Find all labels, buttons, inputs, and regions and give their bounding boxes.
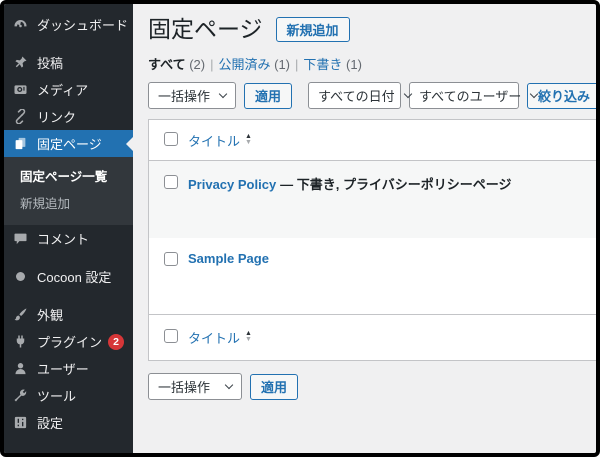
table-row: Sample Page bbox=[149, 238, 596, 314]
sort-indicator-icon: ▲ ▼ bbox=[245, 330, 252, 343]
sidebar-item-label: ツール bbox=[37, 389, 77, 404]
sidebar-item-label: 設定 bbox=[37, 416, 64, 431]
filter-label: 下書き bbox=[303, 57, 343, 72]
filter-label: すべて bbox=[148, 57, 186, 72]
plugins-update-badge: 2 bbox=[108, 333, 125, 350]
table-row: Privacy Policy — 下書き, プライバシーポリシーページ bbox=[149, 161, 596, 238]
comment-icon bbox=[12, 231, 29, 247]
filter-button[interactable]: 絞り込み bbox=[527, 82, 596, 109]
table-header-row: タイトル ▲ ▼ bbox=[149, 120, 596, 161]
filter-all-link[interactable]: すべて (2) bbox=[148, 57, 205, 72]
column-title-label: タイトル bbox=[188, 134, 241, 149]
sidebar-item-label: 投稿 bbox=[37, 56, 64, 71]
filter-count: (1) bbox=[274, 57, 291, 72]
row-checkbox[interactable] bbox=[164, 252, 178, 266]
column-title-sort-link[interactable]: タイトル ▲ ▼ bbox=[188, 131, 252, 150]
filter-separator: | bbox=[210, 57, 214, 72]
pages-icon bbox=[12, 136, 29, 152]
apply-button[interactable]: 適用 bbox=[244, 82, 293, 109]
chevron-down-icon bbox=[224, 380, 234, 390]
circle-icon bbox=[12, 269, 29, 285]
date-filter-select[interactable]: すべての日付 bbox=[308, 82, 412, 109]
post-states: — 下書き, プライバシーポリシーページ bbox=[280, 177, 512, 192]
user-icon bbox=[12, 361, 29, 377]
user-filter-select[interactable]: すべてのユーザー bbox=[409, 82, 539, 109]
pages-submenu: 固定ページ一覧 新規追加 bbox=[4, 157, 133, 225]
sidebar-item-media[interactable]: メディア bbox=[4, 76, 133, 103]
sort-indicator-icon: ▲ ▼ bbox=[245, 133, 252, 146]
menu-separator bbox=[4, 436, 133, 449]
chevron-down-icon bbox=[218, 89, 228, 99]
sidebar-item-posts[interactable]: 投稿 bbox=[4, 49, 133, 76]
sidebar-item-conoha-wing[interactable]: ConoHa WING bbox=[4, 449, 133, 453]
pages-table: タイトル ▲ ▼ Privacy Policy — 下書き, プライバシーポリシー… bbox=[148, 119, 596, 361]
table-footer-row: タイトル ▲ ▼ bbox=[149, 314, 596, 360]
sidebar-item-label: 固定ページ bbox=[37, 137, 102, 152]
sidebar-item-tools[interactable]: ツール bbox=[4, 382, 133, 409]
column-title-label: タイトル bbox=[188, 331, 241, 346]
menu-separator bbox=[4, 38, 133, 49]
sliders-icon bbox=[12, 415, 29, 431]
bulk-action-value: 一括操作 bbox=[158, 89, 211, 104]
tablenav-top: 一括操作 適用 すべての日付 すべてのユーザー 絞り込み bbox=[148, 82, 596, 109]
sidebar-item-pages[interactable]: 固定ページ bbox=[4, 130, 133, 157]
bulk-action-select-bottom[interactable]: 一括操作 bbox=[148, 373, 242, 400]
media-icon bbox=[12, 82, 29, 98]
filter-count: (1) bbox=[346, 57, 362, 72]
page-header: 固定ページ 新規追加 bbox=[148, 15, 596, 43]
filter-draft-link[interactable]: 下書き (1) bbox=[303, 57, 362, 72]
column-title-sort-link[interactable]: タイトル ▲ ▼ bbox=[188, 328, 252, 347]
sidebar-item-label: コメント bbox=[37, 232, 90, 247]
sidebar-item-links[interactable]: リンク bbox=[4, 103, 133, 130]
sidebar-item-label: ダッシュボード bbox=[37, 18, 129, 33]
sidebar-item-settings[interactable]: 設定 bbox=[4, 409, 133, 436]
sidebar-item-label: Cocoon 設定 bbox=[37, 270, 112, 285]
date-filter-value: すべての日付 bbox=[318, 89, 395, 104]
user-filter-value: すべてのユーザー bbox=[419, 89, 522, 104]
row-checkbox[interactable] bbox=[164, 175, 178, 189]
pages-list-screen: 固定ページ 新規追加 すべて (2) | 公開済み (1) | 下書き (1) 一括操作… bbox=[133, 4, 596, 453]
filter-separator: | bbox=[295, 57, 299, 72]
page-title-link[interactable]: Privacy Policy bbox=[188, 177, 276, 192]
bulk-action-value: 一括操作 bbox=[158, 380, 211, 395]
sidebar-item-label: リンク bbox=[37, 110, 77, 125]
title-cell: Sample Page bbox=[188, 251, 273, 266]
bulk-action-select[interactable]: 一括操作 bbox=[148, 82, 237, 109]
page-title-link[interactable]: Sample Page bbox=[188, 251, 269, 266]
sidebar-item-label: 外観 bbox=[37, 308, 64, 323]
sidebar-item-label: メディア bbox=[37, 83, 89, 98]
filter-published-link[interactable]: 公開済み (1) bbox=[218, 57, 290, 72]
link-icon bbox=[12, 109, 29, 125]
filter-count: (2) bbox=[189, 57, 206, 72]
admin-sidebar: ダッシュボード 投稿 メディア リンク 固定ページ 固定ページ一覧 新規追加 コ… bbox=[4, 4, 133, 453]
sidebar-item-appearance[interactable]: 外観 bbox=[4, 301, 133, 328]
menu-separator bbox=[4, 252, 133, 263]
sidebar-item-cocoon-settings[interactable]: Cocoon 設定 bbox=[4, 263, 133, 290]
status-filter-links: すべて (2) | 公開済み (1) | 下書き (1) bbox=[148, 54, 596, 73]
sidebar-item-users[interactable]: ユーザー bbox=[4, 355, 133, 382]
tablenav-bottom: 一括操作 適用 bbox=[148, 373, 596, 400]
submenu-item-add-new[interactable]: 新規追加 bbox=[4, 189, 133, 216]
submenu-item-all-pages[interactable]: 固定ページ一覧 bbox=[4, 162, 133, 189]
add-new-page-button[interactable]: 新規追加 bbox=[275, 16, 350, 42]
wordpress-admin-window: ダッシュボード 投稿 メディア リンク 固定ページ 固定ページ一覧 新規追加 コ… bbox=[0, 0, 600, 457]
pin-icon bbox=[12, 55, 29, 71]
sidebar-item-dashboard[interactable]: ダッシュボード bbox=[4, 11, 133, 38]
plugin-icon bbox=[12, 334, 29, 350]
sidebar-item-comments[interactable]: コメント bbox=[4, 225, 133, 252]
wrench-icon bbox=[12, 388, 29, 404]
sidebar-item-label: プラグイン bbox=[37, 335, 103, 350]
filter-label: 公開済み bbox=[218, 57, 271, 72]
page-title: 固定ページ bbox=[148, 16, 263, 42]
menu-separator bbox=[4, 290, 133, 301]
title-cell: Privacy Policy — 下書き, プライバシーポリシーページ bbox=[188, 174, 512, 193]
brush-icon bbox=[12, 307, 29, 323]
apply-button-bottom[interactable]: 適用 bbox=[250, 373, 299, 400]
sidebar-item-label: ユーザー bbox=[37, 362, 89, 377]
select-all-checkbox[interactable] bbox=[164, 329, 178, 343]
select-all-checkbox[interactable] bbox=[164, 132, 178, 146]
dashboard-icon bbox=[12, 17, 29, 33]
sidebar-item-plugins[interactable]: プラグイン 2 bbox=[4, 328, 133, 355]
